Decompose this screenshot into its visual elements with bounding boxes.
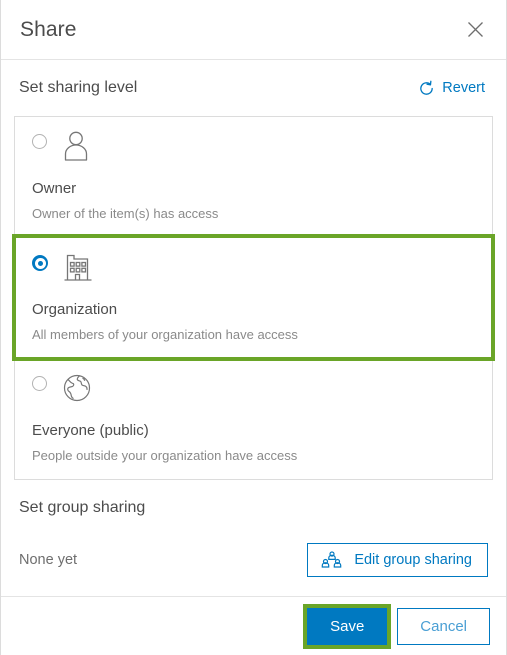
group-sharing-header: Set group sharing [14, 480, 493, 536]
edit-group-sharing-button[interactable]: Edit group sharing [307, 543, 488, 577]
page-title: Share [20, 17, 77, 41]
group-sharing-row: None yet Edit group sharing [14, 536, 493, 584]
sharing-option-organization[interactable]: Organization All members of your organiz… [12, 234, 495, 361]
panel-footer: Save Cancel [1, 596, 506, 655]
group-people-icon [321, 551, 343, 569]
radio-everyone[interactable] [32, 376, 47, 391]
option-label: Everyone (public) [32, 422, 149, 439]
person-icon [62, 130, 90, 162]
save-button[interactable]: Save [303, 603, 392, 649]
radio-organization[interactable] [32, 255, 48, 271]
sharing-option-everyone[interactable]: Everyone (public) People outside your or… [15, 358, 492, 479]
option-top-row [32, 131, 476, 177]
option-description: All members of your organization have ac… [32, 327, 298, 342]
option-label: Organization [32, 301, 118, 318]
panel-body: Set sharing level Revert Owner Owner of … [1, 60, 506, 584]
edit-group-sharing-label: Edit group sharing [354, 552, 472, 568]
radio-owner[interactable] [32, 134, 47, 149]
sharing-level-options: Owner Owner of the item(s) has access Or… [12, 116, 495, 480]
panel-header: Share [1, 0, 506, 60]
option-description: People outside your organization have ac… [32, 448, 298, 463]
building-icon [63, 251, 93, 283]
option-label: Owner [32, 180, 77, 197]
option-top-row [32, 373, 476, 419]
share-panel: Share Set sharing level Revert Owner Own… [0, 0, 507, 655]
globe-icon [62, 372, 92, 404]
group-sharing-status: None yet [19, 552, 78, 568]
sharing-level-title: Set sharing level [19, 79, 138, 96]
option-description: Owner of the item(s) has access [32, 206, 219, 221]
group-sharing-title: Set group sharing [19, 499, 146, 516]
close-icon[interactable] [462, 17, 488, 43]
option-top-row [32, 252, 476, 298]
sharing-level-header: Set sharing level Revert [14, 60, 493, 116]
cancel-button[interactable]: Cancel [397, 607, 490, 645]
sharing-option-owner[interactable]: Owner Owner of the item(s) has access [15, 117, 492, 237]
revert-button[interactable]: Revert [418, 80, 488, 97]
revert-label: Revert [442, 80, 485, 96]
revert-icon [418, 80, 435, 97]
